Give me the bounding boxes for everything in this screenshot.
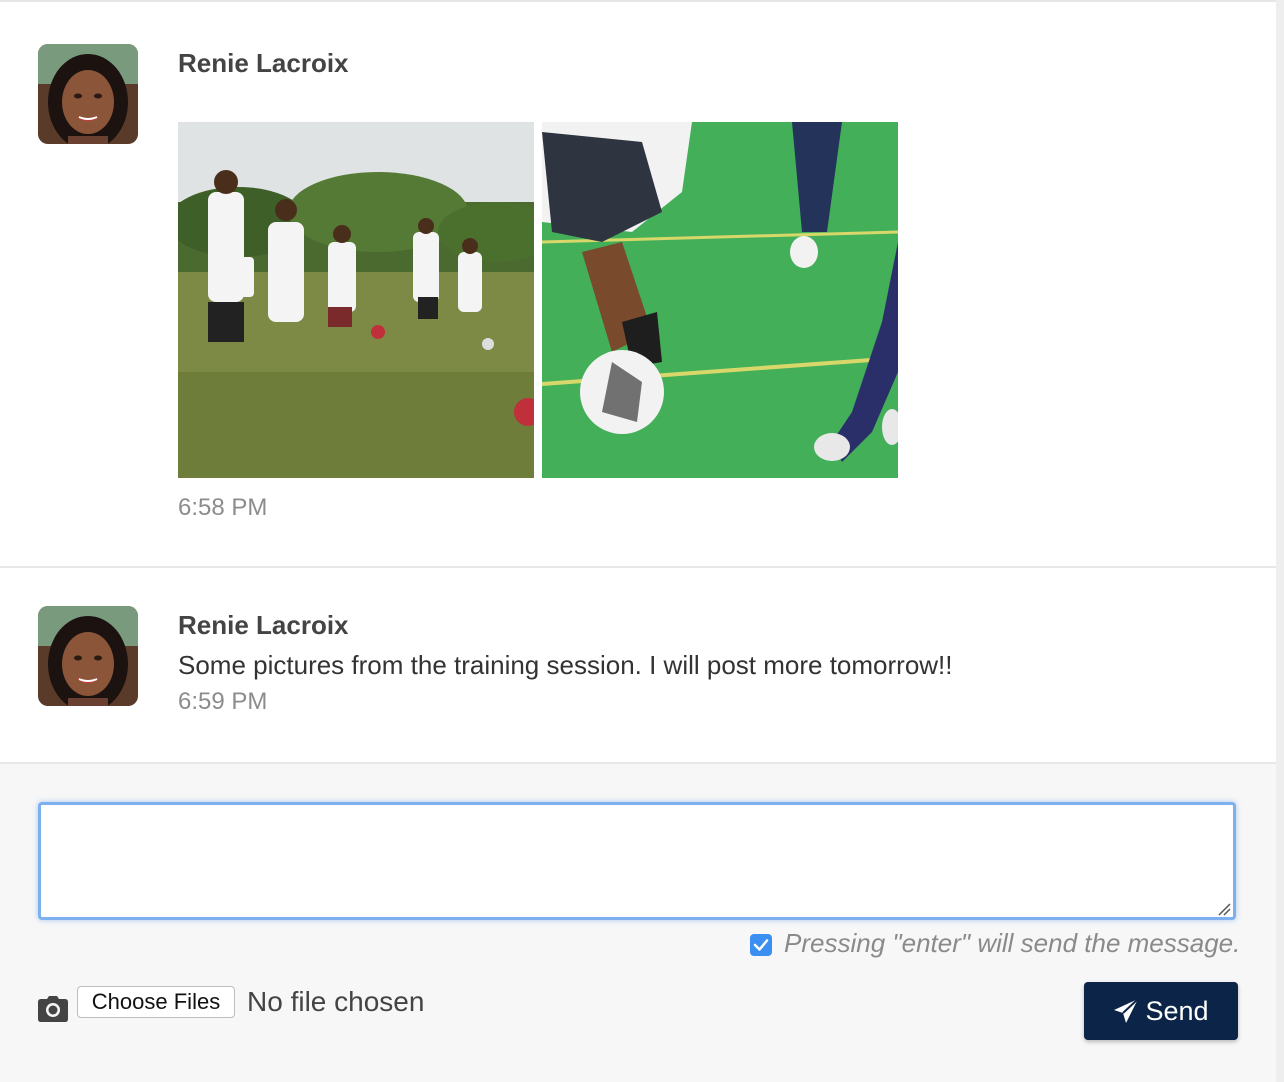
- message-text: Some pictures from the training session.…: [178, 650, 953, 680]
- enter-sends-label: Pressing "enter" will send the message.: [784, 928, 1241, 958]
- message-item: Renie Lacroix 6:58 PM: [0, 4, 1276, 568]
- paper-plane-icon: [1113, 998, 1140, 1024]
- message-item: Renie Lacroix Some pictures from the tra…: [0, 568, 1276, 764]
- resize-grip-icon[interactable]: [1217, 902, 1231, 916]
- message-author: Renie Lacroix: [178, 48, 349, 78]
- checkmark-icon: [753, 939, 769, 951]
- avatar[interactable]: [38, 606, 138, 706]
- message-author: Renie Lacroix: [178, 610, 349, 640]
- choose-files-button[interactable]: Choose Files: [77, 986, 235, 1018]
- message-timestamp: 6:59 PM: [178, 688, 268, 715]
- message-composer: Pressing "enter" will send the message. …: [0, 764, 1276, 1082]
- enter-sends-checkbox[interactable]: [750, 934, 772, 956]
- send-label: Send: [1145, 995, 1209, 1026]
- chat-panel: Renie Lacroix 6:58 PM Renie Lacroix Some…: [0, 0, 1276, 1082]
- no-file-chosen-label: No file chosen: [247, 986, 425, 1017]
- camera-icon: [38, 996, 68, 1022]
- send-button[interactable]: Send: [1084, 982, 1238, 1040]
- avatar[interactable]: [38, 44, 138, 144]
- attachment-image[interactable]: [542, 122, 898, 478]
- message-timestamp: 6:58 PM: [178, 494, 268, 521]
- message-input[interactable]: [38, 802, 1236, 920]
- attachment-image[interactable]: [178, 122, 534, 478]
- scrollbar-track[interactable]: [1276, 0, 1284, 1082]
